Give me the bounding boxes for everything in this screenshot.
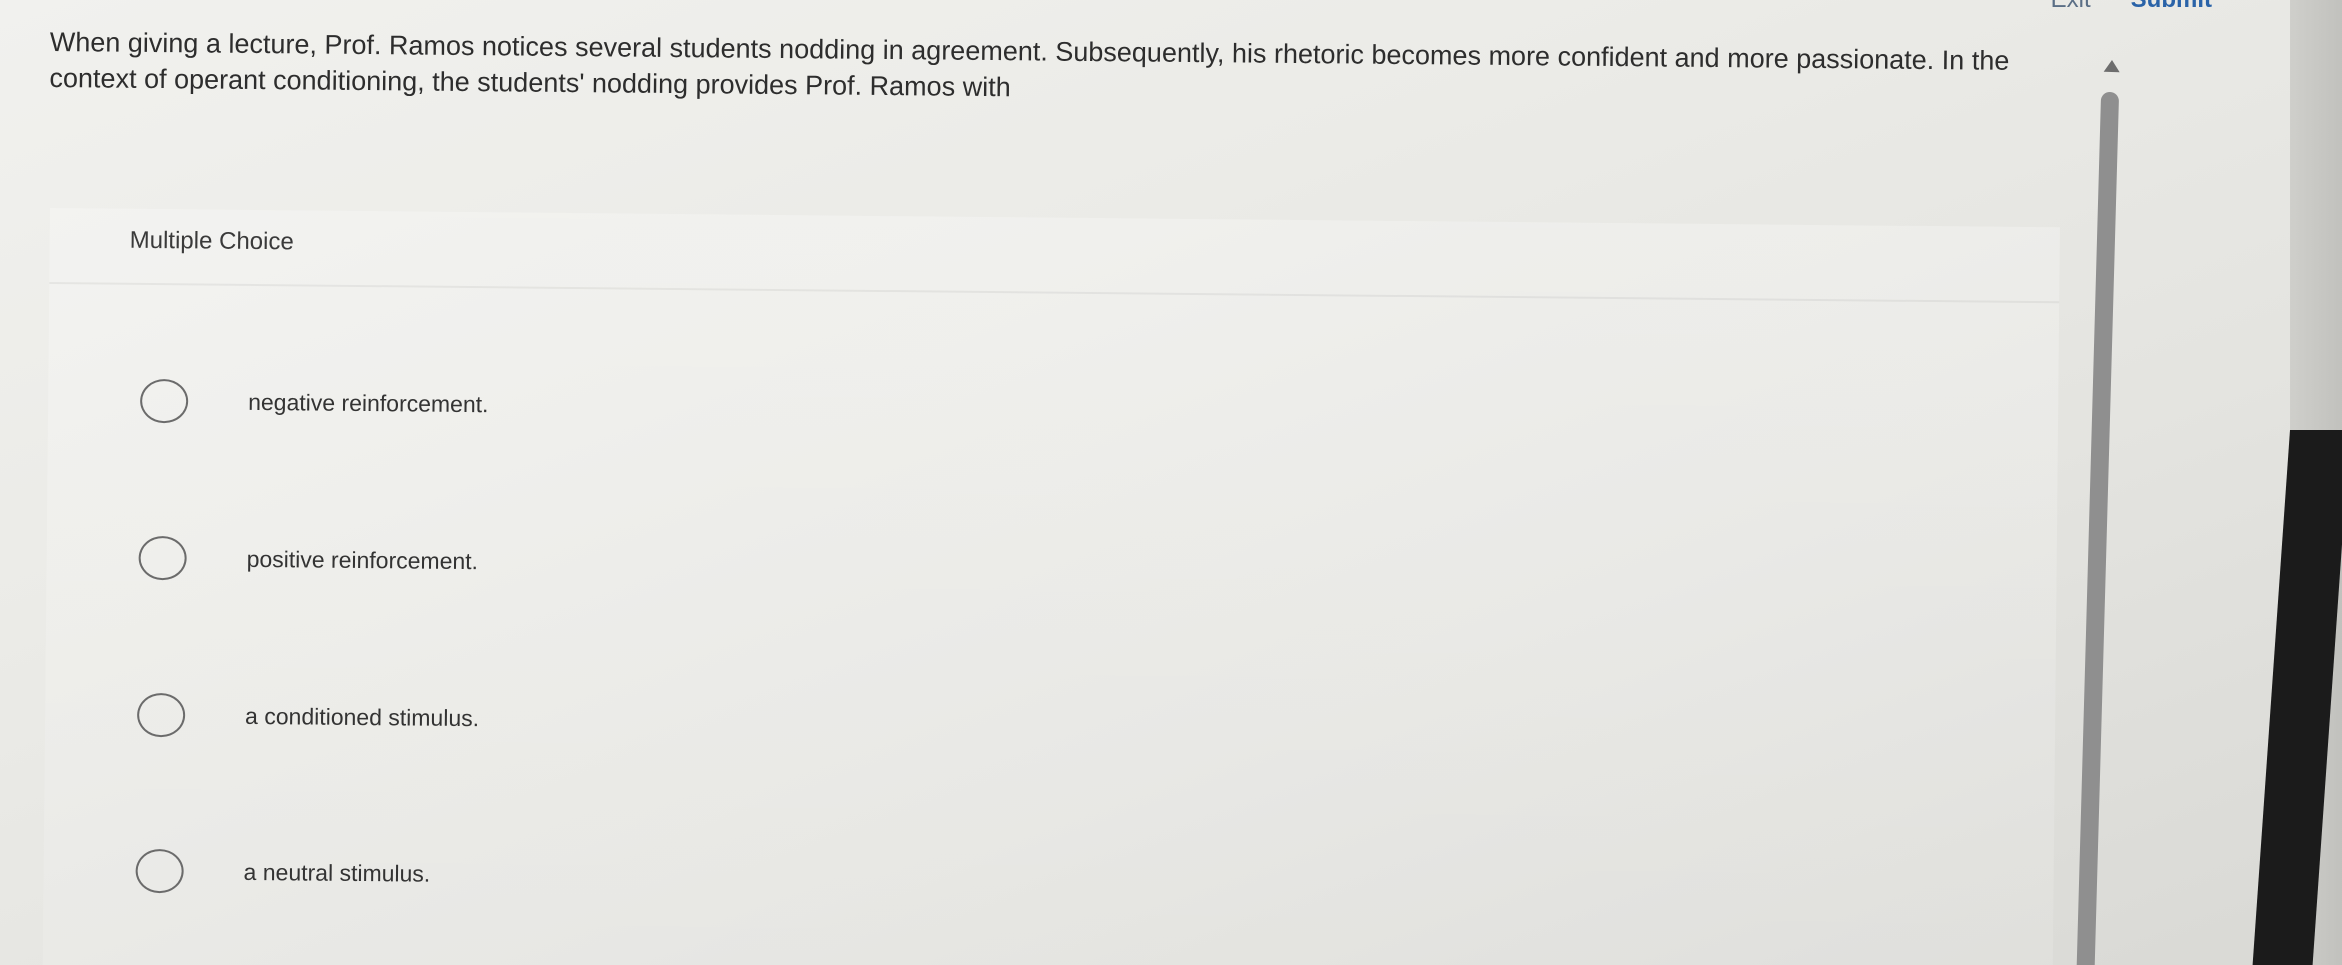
divider <box>49 281 2060 304</box>
choice-label: positive reinforcement. <box>246 545 479 574</box>
radio-unchecked-icon[interactable] <box>135 848 184 894</box>
radio-unchecked-icon[interactable] <box>139 378 189 424</box>
radio-unchecked-icon[interactable] <box>136 692 186 738</box>
scrollbar[interactable] <box>2074 59 2124 965</box>
submit-button[interactable]: Submit <box>2131 0 2212 14</box>
radio-unchecked-icon[interactable] <box>138 535 187 581</box>
choice-option-4[interactable]: a neutral stimulus. <box>135 848 431 896</box>
choice-option-3[interactable]: a conditioned stimulus. <box>136 692 480 740</box>
choice-label: a neutral stimulus. <box>243 858 431 887</box>
choice-label: a conditioned stimulus. <box>245 702 480 731</box>
choice-option-2[interactable]: positive reinforcement. <box>138 535 479 583</box>
header-actions: Exit Submit <box>2051 0 2212 14</box>
quiz-screen: Exit Submit When giving a lecture, Prof.… <box>0 0 2342 965</box>
choice-option-1[interactable]: negative reinforcement. <box>139 378 489 426</box>
multiple-choice-label: Multiple Choice <box>129 226 294 256</box>
exit-button[interactable]: Exit <box>2051 0 2091 14</box>
scrollbar-thumb[interactable] <box>2075 91 2120 965</box>
question-prompt: When giving a lecture, Prof. Ramos notic… <box>49 26 2010 103</box>
triangle-up-icon[interactable] <box>2103 59 2120 73</box>
choice-label: negative reinforcement. <box>248 388 489 417</box>
multiple-choice-panel: Multiple Choice negative reinforcement. … <box>42 208 2060 965</box>
